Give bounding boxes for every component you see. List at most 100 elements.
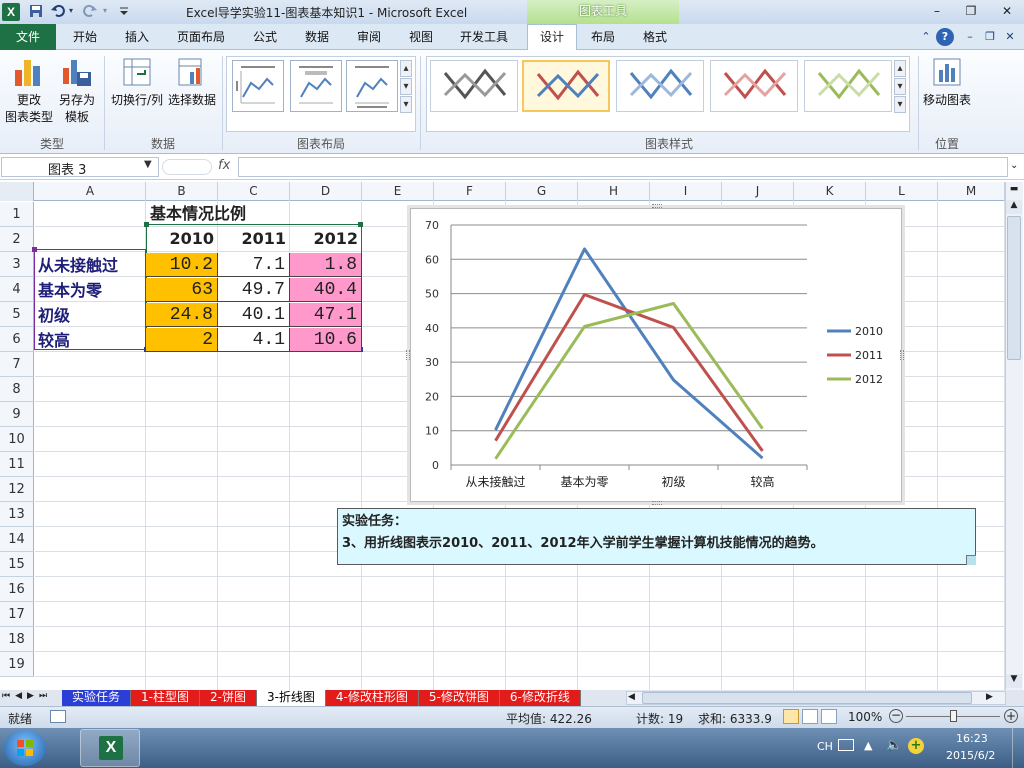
header-cell-2010[interactable]: 2010 [146,226,218,251]
layouts-more-icon[interactable]: ▾ [400,96,412,113]
horizontal-scroll-thumb[interactable] [642,692,972,704]
tab-insert[interactable]: 插入 [116,24,158,50]
value-cell-2010[interactable]: 24.8 [146,303,218,327]
category-label-cell[interactable]: 从未接触过 [35,253,146,277]
macro-record-icon[interactable] [50,710,66,723]
help-icon[interactable]: ? [936,28,954,46]
tab-home[interactable]: 开始 [64,24,106,50]
chart-resize-handle-top[interactable] [652,204,662,208]
row-header-5[interactable]: 5 [0,302,34,327]
redo-dropdown-icon[interactable]: ▾ [100,3,110,19]
row-header-6[interactable]: 6 [0,327,34,352]
sheet-tab[interactable]: 6-修改折线 [499,690,581,706]
row-header-14[interactable]: 14 [0,527,34,552]
show-desktop-button[interactable] [1012,728,1024,768]
keyboard-icon[interactable] [838,739,854,751]
chart-resize-handle-right[interactable] [900,350,904,360]
undo-icon[interactable] [50,3,66,19]
zoom-slider-thumb[interactable] [950,710,957,722]
chart-layout-2[interactable] [290,60,342,112]
normal-view-icon[interactable] [783,709,799,724]
value-cell-2011[interactable]: 40.1 [218,303,290,327]
clock-date[interactable]: 2015/6/2 [946,749,995,762]
value-cell-2010[interactable]: 63 [146,278,218,302]
range-handle[interactable] [32,247,37,252]
tab-view[interactable]: 视图 [400,24,442,50]
sheet-tab[interactable]: 2-饼图 [199,690,257,706]
layouts-scroll-up-icon[interactable]: ▴ [400,60,412,77]
tab-page-layout[interactable]: 页面布局 [170,24,232,50]
sheet-tab[interactable]: 5-修改饼图 [418,690,500,706]
chart-layout-1[interactable] [232,60,284,112]
row-header-8[interactable]: 8 [0,377,34,402]
select-data-button[interactable]: 选择数据 [166,56,218,116]
tab-data[interactable]: 数据 [296,24,338,50]
row-header-2[interactable]: 2 [0,227,34,252]
volume-icon[interactable]: 🔈 [886,738,902,753]
row-header-15[interactable]: 15 [0,552,34,577]
column-header-c[interactable]: C [218,182,290,201]
chart-style-gray[interactable] [430,60,518,112]
category-label-cell[interactable]: 较高 [35,328,146,352]
tab-layout[interactable]: 布局 [582,24,624,50]
zoom-in-icon[interactable]: + [1004,709,1018,723]
row-header-1[interactable]: 1 [0,202,34,227]
tab-formulas[interactable]: 公式 [244,24,286,50]
undo-dropdown-icon[interactable]: ▾ [66,3,76,19]
sheet-tab[interactable]: 实验任务 [62,690,132,706]
column-header-k[interactable]: K [794,182,866,201]
value-cell-2010[interactable]: 2 [146,328,218,352]
redo-icon[interactable] [82,3,98,19]
hscroll-right-icon[interactable]: ▶ [986,692,998,702]
tab-review[interactable]: 审阅 [348,24,390,50]
line-chart[interactable]: 0 10 20 30 40 50 60 70 从未接触过 基本为零 初级 较高 2010 2011 2012 [410,208,902,502]
row-header-13[interactable]: 13 [0,502,34,527]
value-cell-2011[interactable]: 49.7 [218,278,290,302]
chart-style-selected[interactable] [522,60,610,112]
value-cell-2011[interactable]: 4.1 [218,328,290,352]
tab-file[interactable]: 文件 [0,24,56,50]
column-header-f[interactable]: F [434,182,506,201]
row-header-19[interactable]: 19 [0,652,34,677]
show-hidden-icons-icon[interactable]: ▲ [864,739,872,752]
save-icon[interactable] [28,3,44,19]
row-header-3[interactable]: 3 [0,252,34,277]
zoom-level[interactable]: 100% [848,710,882,724]
minimize-ribbon-icon[interactable]: ⌃ [918,29,934,45]
taskbar-excel-button[interactable]: X [80,729,140,767]
column-header-j[interactable]: J [722,182,794,201]
expand-formula-bar-icon[interactable]: ⌄ [1010,160,1018,171]
network-add-icon[interactable]: + [908,738,924,754]
column-header-d[interactable]: D [290,182,362,201]
page-layout-view-icon[interactable] [802,709,818,724]
switch-row-column-button[interactable]: 切换行/列 [108,56,166,116]
column-header-h[interactable]: H [578,182,650,201]
sheet-nav-icons[interactable]: ⏮◀▶⏭ [2,691,52,701]
value-cell-2012[interactable]: 40.4 [290,278,362,302]
minimize-button[interactable]: – [924,2,950,20]
chart-style-green[interactable] [804,60,892,112]
customize-qat-icon[interactable] [116,3,132,19]
column-header-l[interactable]: L [866,182,938,201]
doc-close-icon[interactable]: ✕ [1002,29,1018,45]
value-cell-2011[interactable]: 7.1 [218,253,290,277]
tab-developer[interactable]: 开发工具 [452,24,516,50]
row-header-7[interactable]: 7 [0,352,34,377]
select-all-corner[interactable] [0,182,34,201]
value-cell-2012[interactable]: 1.8 [290,253,362,277]
chart-resize-handle-bottom[interactable] [652,501,662,505]
styles-scroll-up-icon[interactable]: ▴ [894,60,906,77]
header-cell-2011[interactable]: 2011 [218,226,290,251]
doc-minimize-icon[interactable]: – [962,29,978,45]
fx-icon[interactable]: fx [218,158,230,173]
row-header-17[interactable]: 17 [0,602,34,627]
move-chart-button[interactable]: 移动图表 [920,56,974,116]
scroll-up-icon[interactable]: ▲ [1006,200,1022,214]
scroll-down-icon[interactable]: ▼ [1006,674,1022,688]
change-chart-type-button[interactable]: 更改 图表类型 [4,56,54,131]
column-header-b[interactable]: B [146,182,218,201]
close-button[interactable]: ✕ [994,2,1020,20]
category-label-cell[interactable]: 基本为零 [35,278,146,302]
tab-design[interactable]: 设计 [527,24,577,51]
sheet-title-cell[interactable]: 基本情况比例 [35,202,361,226]
